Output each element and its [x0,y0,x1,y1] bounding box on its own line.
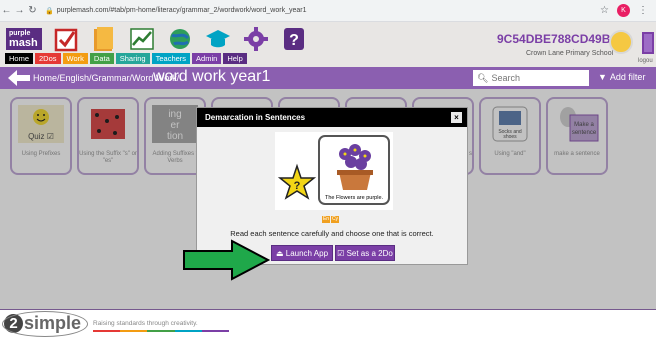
purple-mash-logo[interactable]: purple mash [6,28,42,50]
browser-toolbar: ← → ↻ 🔒 purplemash.com/#tab/pm-home/lite… [0,0,656,22]
dialog-title: Demarcation in Sentences [205,113,306,122]
tagline: Raising standards through creativity. [93,320,198,327]
lang-chip-en[interactable]: En [322,216,330,223]
user-avatar[interactable] [609,30,633,54]
preview-caption: The Flowers are purple. [325,195,384,201]
page-title: word work year1 [153,68,271,85]
tab-sharing[interactable]: Sharing [115,53,150,64]
set-as-2do-button[interactable]: ☑ Set as a 2Do [335,245,395,261]
tab-teachers[interactable]: Teachers [151,53,191,64]
tab-data[interactable]: Data [89,53,114,64]
add-filter-button[interactable]: ▼ Add filter [598,72,645,82]
forward-icon[interactable]: → [13,5,26,16]
main-tabs: Home 2Dos Work Data Sharing Teachers Adm… [5,53,247,64]
filter-funnel-icon: ▼ [598,72,607,82]
logout-label[interactable]: logou [638,58,653,64]
back-arrow-icon[interactable] [8,70,30,86]
svg-text:?: ? [294,180,301,192]
app-description: Read each sentence carefully and choose … [230,229,434,238]
logo-oval [2,311,88,337]
app-header: purple mash ? Home 2Dos Work Data Sharin… [0,22,656,67]
admin-gear-icon[interactable] [242,26,270,52]
back-icon[interactable]: ← [0,5,13,16]
launch-app-button[interactable]: ⏏ Launch App [271,245,333,261]
logout-door-icon[interactable] [640,30,656,56]
tab-help[interactable]: Help [223,53,247,64]
close-button[interactable]: × [451,112,462,123]
filter-label: Add filter [609,72,646,82]
logo-bottom-text: mash [9,37,38,49]
svg-text:?: ? [289,32,299,49]
data-chart-icon[interactable] [128,26,156,52]
tab-home[interactable]: Home [5,53,34,64]
work-folders-icon[interactable] [90,26,118,52]
tagline-colour-bar [93,330,230,332]
browser-menu-icon[interactable]: ⋮ [638,5,648,16]
app-preview-image: ? The Flowers are purple. [275,132,393,210]
sharing-globe-icon[interactable] [166,26,194,52]
reload-icon[interactable]: ↻ [26,5,39,16]
search-box[interactable]: 🔍︎ [473,70,589,86]
todo-label: Set as a 2Do [346,249,393,258]
bookmark-star-icon[interactable]: ☆ [600,5,609,16]
search-icon: 🔍︎ [477,72,489,83]
green-pointer-arrow-icon [183,239,270,281]
lang-chip-cy[interactable]: Cy [331,216,339,223]
help-question-icon[interactable]: ? [280,26,308,52]
dialog-header: Demarcation in Sentences × [197,108,467,127]
profile-avatar[interactable]: K [617,4,630,17]
teachers-mortarboard-icon[interactable] [204,26,232,52]
address-bar[interactable]: 🔒 purplemash.com/#tab/pm-home/literacy/g… [45,7,306,15]
url-text: purplemash.com/#tab/pm-home/literacy/gra… [56,7,307,14]
tab-work[interactable]: Work [62,53,88,64]
school-name: Crown Lane Primary School [526,50,614,57]
2dos-checkbox-icon[interactable] [52,26,80,52]
language-selector: En Cy [322,216,339,223]
tab-2dos[interactable]: 2Dos [35,53,61,64]
launch-icon: ⏏ [275,249,286,258]
search-input[interactable] [491,73,588,83]
checkbox-icon: ☑ [337,249,347,258]
2simple-logo[interactable]: 2 simple [2,311,88,337]
launch-label: Launch App [285,249,329,258]
tab-admin[interactable]: Admin [192,53,222,64]
user-code[interactable]: 9C54DBE788CD49B... [497,32,620,46]
footer: 2 simple Raising standards through creat… [0,311,656,340]
breadcrumb-bar: Home/English/Grammar/Word Work/ word wor… [0,67,656,89]
lock-icon: 🔒 [45,7,54,15]
